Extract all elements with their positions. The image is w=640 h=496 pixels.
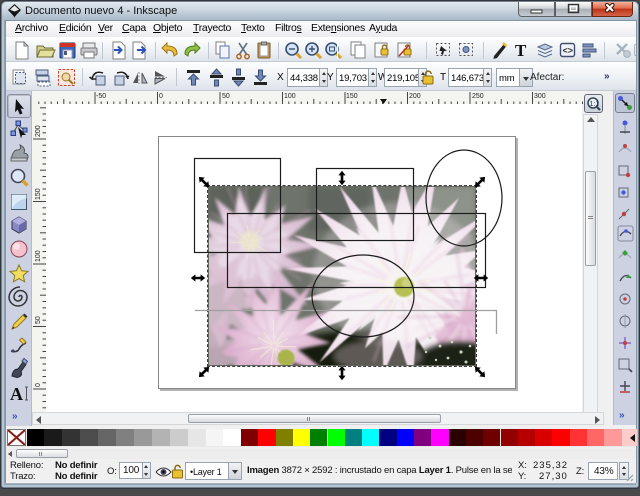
svg-text:-50: -50: [96, 93, 106, 100]
svg-text:300: 300: [534, 93, 546, 100]
svg-text:200: 200: [409, 93, 421, 100]
svg-text:0: 0: [35, 383, 42, 387]
svg-text:50: 50: [222, 93, 230, 100]
svg-text:150: 150: [35, 188, 42, 200]
svg-text:100: 100: [284, 93, 296, 100]
svg-text:A: A: [10, 384, 23, 404]
svg-text:100: 100: [35, 250, 42, 262]
svg-text:T: T: [515, 41, 527, 60]
svg-text:250: 250: [472, 93, 484, 100]
svg-text:150: 150: [346, 93, 358, 100]
svg-text:0: 0: [159, 93, 163, 100]
svg-text:50: 50: [35, 316, 42, 324]
svg-text:200: 200: [35, 125, 42, 137]
svg-text:<>: <>: [563, 46, 574, 56]
